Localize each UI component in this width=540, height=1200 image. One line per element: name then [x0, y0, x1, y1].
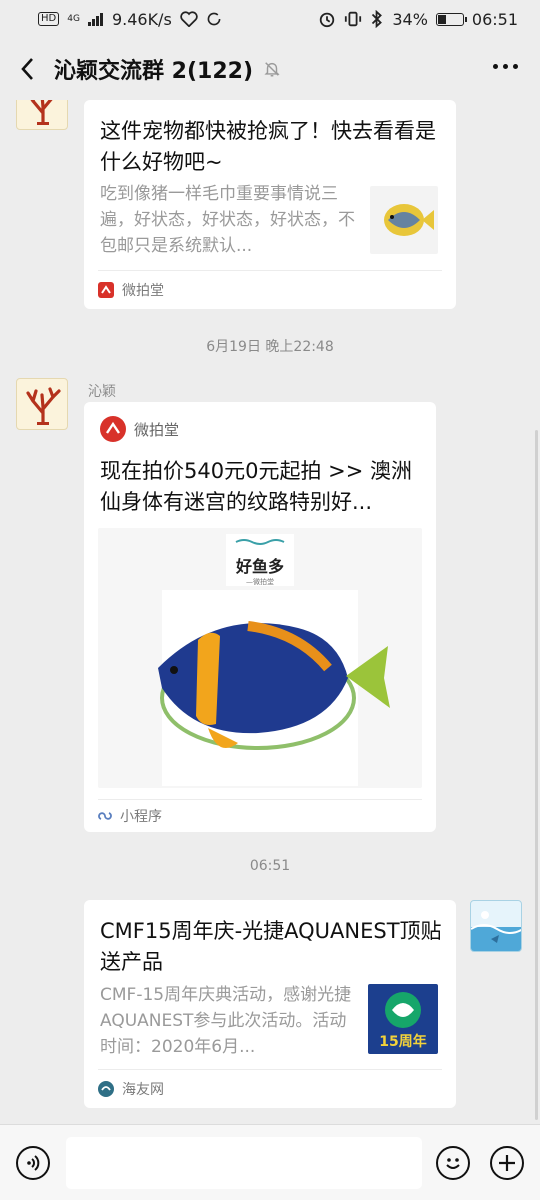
card-thumbnail: 15周年 [368, 984, 438, 1054]
card-thumbnail [370, 186, 438, 254]
emoji-button[interactable] [436, 1146, 470, 1180]
card-footer: 海友网 [98, 1069, 442, 1108]
alarm-icon [320, 12, 335, 28]
chat-header: 沁颖交流群 2(122) [0, 38, 540, 100]
emoji-icon [446, 1158, 460, 1169]
heart-icon [180, 11, 198, 27]
mini-program-card[interactable]: 微拍堂 现在拍价540元0元起拍 >> 澳洲仙身体有迷宫的纹路特别好... 好鱼… [84, 402, 436, 832]
plus-icon [499, 1155, 515, 1171]
card-source: 微拍堂 [122, 283, 164, 299]
voice-icon [27, 1155, 40, 1171]
cover-logo-text: 好鱼多 [235, 557, 284, 576]
sync-icon [207, 12, 221, 26]
voice-button[interactable] [16, 1146, 50, 1180]
network-type: 4G [67, 13, 80, 24]
anniversary-thumbnail-image: 15周年 [379, 992, 427, 1050]
scrollbar[interactable] [535, 430, 538, 1120]
weipaitang-logo-icon [98, 282, 114, 298]
card-footer: 微拍堂 [98, 270, 442, 309]
status-bar: HD 4G 9.46K/s 34% 06:51 [0, 0, 540, 38]
vibrate-icon [345, 11, 362, 27]
fish-cover-image: 好鱼多 —微拍堂 [158, 534, 390, 786]
angelfish-thumbnail-image [384, 204, 434, 236]
chat-title: 沁颖交流群 2(122) [54, 59, 253, 84]
link-card-cmf[interactable]: CMF15周年庆-光捷AQUANEST顶贴送产品 CMF-15周年庆典活动，感谢… [84, 900, 456, 1108]
card-source: 海友网 [122, 1082, 164, 1098]
timestamp: 6月19日 晚上22:48 [206, 339, 334, 355]
card-title: CMF15周年庆-光捷AQUANEST顶贴送产品 [100, 919, 442, 974]
chat-area[interactable]: 这件宠物都快被抢疯了！快去看看是什么好物吧~ 吃到像猪一样毛巾重要事情说三遍，好… [0, 100, 540, 1124]
card-title: 这件宠物都快被抢疯了！快去看看是什么好物吧~ [100, 119, 436, 174]
timestamp: 06:51 [249, 858, 291, 874]
back-button[interactable] [16, 58, 38, 80]
weipaitang-logo-icon [100, 416, 126, 442]
brand-name: 微拍堂 [134, 420, 180, 439]
card-description: CMF-15周年庆典活动，感谢光捷AQUANEST参与此次活动。活动时间：202… [100, 985, 352, 1057]
thumb-text: 15周年 [379, 1033, 426, 1050]
card-brand: 微拍堂 [100, 416, 179, 442]
back-arrow-icon [21, 58, 33, 80]
mini-program-icon [98, 812, 112, 820]
coral-avatar-image [26, 387, 61, 425]
card-footer: 小程序 [98, 799, 422, 832]
bluetooth-icon [372, 10, 383, 28]
card-source: 小程序 [120, 809, 162, 825]
sea-avatar-image [471, 901, 521, 951]
hd-badge: HD [38, 12, 60, 26]
sender-avatar[interactable] [16, 378, 68, 430]
card-description: 吃到像猪一样毛巾重要事情说三遍，好状态，好状态，好状态，不包邮只是系统默认... [100, 184, 355, 256]
more-button[interactable] [493, 64, 518, 69]
battery-icon [435, 12, 467, 26]
haiyou-logo-icon [98, 1081, 114, 1097]
link-card-pet[interactable]: 这件宠物都快被抢疯了！快去看看是什么好物吧~ 吃到像猪一样毛巾重要事情说三遍，好… [84, 100, 456, 309]
clock: 06:51 [471, 9, 518, 29]
card-title: 现在拍价540元0元起拍 >> 澳洲仙身体有迷宫的纹路特别好... [100, 459, 412, 514]
own-avatar[interactable] [470, 900, 522, 952]
sender-avatar[interactable] [16, 100, 68, 130]
mute-bell-icon [264, 62, 280, 77]
coral-avatar-image [30, 100, 53, 125]
plus-button[interactable] [490, 1146, 524, 1180]
card-cover-image: 好鱼多 —微拍堂 [98, 528, 422, 788]
input-bar [0, 1124, 540, 1200]
net-speed: 9.46K/s [111, 9, 172, 29]
battery-level [437, 14, 446, 24]
sender-name: 沁颖 [88, 384, 116, 400]
battery-percent: 34% [392, 9, 428, 29]
cover-logo-subtext: —微拍堂 [246, 577, 274, 586]
more-icon [493, 64, 498, 69]
signal-icon [87, 13, 103, 26]
message-input[interactable] [66, 1137, 422, 1189]
